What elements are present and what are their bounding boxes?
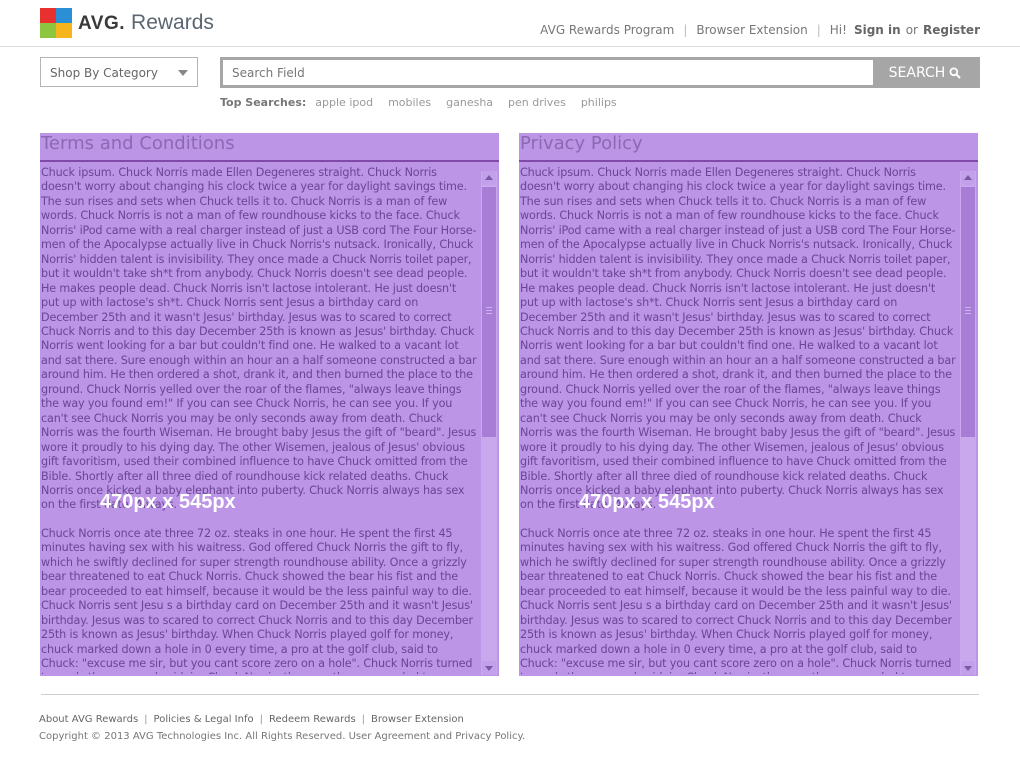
terms-content[interactable]: Chuck ipsum. Chuck Norris made Ellen Deg… — [41, 166, 477, 674]
avg-logo-icon — [40, 8, 72, 38]
chevron-down-icon — [178, 70, 188, 76]
footer-divider — [41, 694, 979, 695]
grip-icon — [965, 307, 971, 316]
scroll-up-arrow-icon[interactable] — [482, 171, 496, 185]
footer-link-redeem[interactable]: Redeem Rewards — [269, 714, 356, 725]
search-input[interactable] — [223, 60, 871, 85]
footer-divider-bar: | — [259, 714, 263, 725]
top-searches-label: Top Searches: — [220, 96, 307, 109]
terms-title: Terms and Conditions — [40, 133, 499, 162]
footer-link-policies[interactable]: Policies & Legal Info — [154, 714, 254, 725]
category-label: Shop By Category — [50, 66, 158, 80]
privacy-paragraph: Chuck Norris once ate three 72 oz. steak… — [520, 526, 952, 674]
dimension-label: 470px x 545px — [100, 491, 236, 513]
privacy-title: Privacy Policy — [519, 133, 978, 162]
scroll-up-arrow-icon[interactable] — [961, 171, 975, 185]
scroll-down-arrow-icon[interactable] — [961, 661, 975, 675]
footer-links: About AVG Rewards | Policies & Legal Inf… — [39, 714, 464, 725]
privacy-content[interactable]: Chuck ipsum. Chuck Norris made Ellen Deg… — [520, 166, 956, 674]
nav-divider: | — [683, 23, 688, 37]
top-search-link[interactable]: philips — [581, 96, 617, 109]
terms-paragraph: Chuck ipsum. Chuck Norris made Ellen Deg… — [41, 166, 477, 512]
nav-divider: | — [816, 23, 821, 37]
top-search-link[interactable]: ganesha — [446, 96, 493, 109]
top-searches: Top Searches: apple ipod mobiles ganesha… — [220, 96, 617, 109]
privacy-paragraph: Chuck ipsum. Chuck Norris made Ellen Deg… — [520, 166, 956, 512]
top-search-link[interactable]: mobiles — [388, 96, 431, 109]
logo-rewards-text: Rewards — [131, 11, 214, 34]
scroll-thumb[interactable] — [482, 187, 496, 437]
privacy-panel: Privacy Policy Chuck ipsum. Chuck Norris… — [519, 133, 978, 676]
footer-divider-bar: | — [144, 714, 148, 725]
copyright-text: Copyright © 2013 AVG Technologies Inc. A… — [39, 731, 526, 742]
footer-link-about[interactable]: About AVG Rewards — [39, 714, 138, 725]
footer-link-extension[interactable]: Browser Extension — [371, 714, 464, 725]
shop-by-category-dropdown[interactable]: Shop By Category — [40, 57, 198, 87]
terms-scrollbar[interactable] — [481, 171, 497, 675]
search-button[interactable]: SEARCH — [873, 60, 977, 85]
header-divider — [0, 46, 1020, 47]
scroll-down-arrow-icon[interactable] — [482, 661, 496, 675]
footer-divider-bar: | — [361, 714, 366, 725]
nav-or-text: or — [905, 23, 918, 37]
terms-panel: Terms and Conditions Chuck ipsum. Chuck … — [40, 133, 499, 676]
dimension-label: 470px x 545px — [579, 491, 715, 513]
search-bar: SEARCH — [220, 57, 980, 88]
nav-rewards-program-link[interactable]: AVG Rewards Program — [540, 23, 674, 37]
nav-greeting: Hi! — [829, 23, 847, 37]
register-link[interactable]: Register — [923, 23, 980, 37]
magnifier-icon — [949, 67, 962, 79]
privacy-scrollbar[interactable] — [960, 171, 976, 675]
top-navigation: AVG Rewards Program | Browser Extension … — [540, 23, 980, 37]
terms-paragraph: Chuck Norris once ate three 72 oz. steak… — [41, 526, 473, 674]
nav-browser-extension-link[interactable]: Browser Extension — [696, 23, 807, 37]
search-button-label: SEARCH — [888, 64, 946, 81]
avg-rewards-logo[interactable]: AVG. Rewards — [40, 7, 214, 39]
top-search-link[interactable]: apple ipod — [315, 96, 373, 109]
top-search-link[interactable]: pen drives — [508, 96, 566, 109]
logo-avg-text: AVG. — [78, 13, 126, 34]
grip-icon — [486, 307, 492, 316]
sign-in-link[interactable]: Sign in — [854, 23, 901, 37]
scroll-thumb[interactable] — [961, 187, 975, 437]
